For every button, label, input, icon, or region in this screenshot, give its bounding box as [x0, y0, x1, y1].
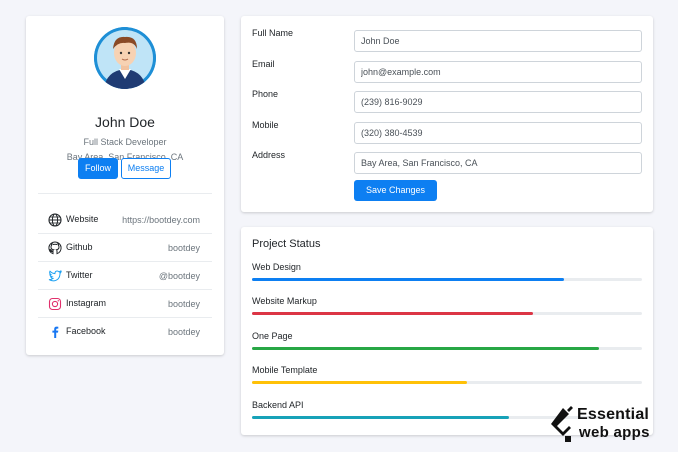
address-label: Address [252, 150, 286, 160]
essential-web-apps-watermark: Essential web apps [549, 404, 667, 446]
phone-field[interactable] [354, 91, 642, 113]
progress-bar [252, 312, 533, 315]
link-label: Instagram [66, 298, 107, 308]
progress-track [252, 312, 642, 315]
link-label: Facebook [66, 326, 106, 336]
progress-track [252, 278, 642, 281]
link-label: Github [66, 242, 93, 252]
mobile-field[interactable] [354, 122, 642, 144]
form-row-full-name: Full Name [241, 24, 653, 52]
follow-button[interactable]: Follow [78, 158, 118, 179]
link-value: bootdey [167, 327, 200, 337]
form-row-address: Address [241, 146, 653, 174]
project-label: Website Markup [252, 296, 317, 306]
watermark-line-2: web apps [579, 424, 650, 441]
profile-role: Full Stack Developer [83, 137, 167, 147]
form-row-mobile: Mobile [241, 116, 653, 144]
email-label: Email [252, 59, 275, 69]
progress-track [252, 381, 642, 384]
mobile-label: Mobile [252, 120, 279, 130]
full-name-label: Full Name [252, 28, 294, 38]
project-item: Mobile Template [252, 365, 642, 395]
social-links: Website https://bootdey.com Github bootd… [38, 206, 212, 346]
link-twitter[interactable]: Twitter @bootdey [38, 262, 212, 290]
link-label: Website [66, 214, 99, 224]
form-row-phone: Phone [241, 85, 653, 113]
progress-bar [252, 381, 467, 384]
facebook-icon [52, 326, 59, 338]
progress-track [252, 347, 642, 350]
full-name-field[interactable] [354, 30, 642, 52]
project-label: Web Design [252, 262, 301, 272]
address-field[interactable] [354, 152, 642, 174]
link-website[interactable]: Website https://bootdey.com [38, 206, 212, 234]
logo-icon [551, 406, 573, 442]
project-label: Backend API [252, 400, 304, 410]
link-value: bootdey [167, 243, 200, 253]
project-item: Website Markup [252, 296, 642, 326]
project-label: One Page [252, 331, 293, 341]
project-status-title: Project Status [252, 238, 321, 250]
link-label: Twitter [66, 270, 93, 280]
project-item: One Page [252, 331, 642, 361]
github-icon [48, 241, 62, 255]
profile-card: John Doe Full Stack Developer Bay Area, … [26, 16, 224, 355]
email-field[interactable] [354, 61, 642, 83]
form-row-email: Email [241, 55, 653, 83]
instagram-icon [48, 297, 62, 311]
link-facebook[interactable]: Facebook bootdey [38, 318, 212, 346]
save-changes-button[interactable]: Save Changes [354, 180, 437, 201]
progress-bar [252, 278, 564, 281]
progress-bar [252, 347, 600, 350]
progress-bar [252, 416, 510, 419]
watermark-line-1: Essential [577, 406, 650, 423]
link-value: @bootdey [158, 271, 200, 281]
link-github[interactable]: Github bootdey [38, 234, 212, 262]
message-button[interactable]: Message [121, 158, 171, 179]
link-instagram[interactable]: Instagram bootdey [38, 290, 212, 318]
project-label: Mobile Template [252, 365, 318, 375]
globe-icon [48, 213, 62, 227]
details-form-card: Full Name Email Phone Mobile Address Sav… [241, 16, 653, 212]
divider [38, 193, 212, 194]
phone-label: Phone [252, 89, 279, 99]
twitter-icon [48, 269, 62, 282]
link-value: bootdey [167, 299, 200, 309]
project-item: Web Design [252, 262, 642, 292]
avatar [94, 27, 156, 89]
link-value: https://bootdey.com [122, 215, 200, 225]
